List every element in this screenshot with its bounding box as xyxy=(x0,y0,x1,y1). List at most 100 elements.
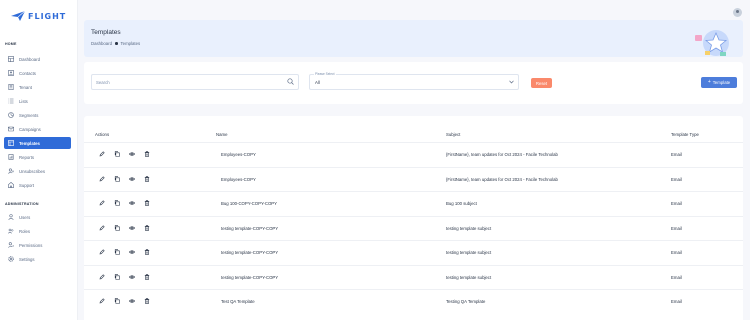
edit-icon[interactable] xyxy=(99,200,105,206)
table-row: testing template-COPY-COPY testing templ… xyxy=(84,264,743,289)
table-row: Employees-COPY {FirstName}, team updates… xyxy=(84,166,743,191)
copy-icon[interactable] xyxy=(114,175,120,182)
column-header-actions: Actions xyxy=(95,132,110,137)
copy-icon[interactable] xyxy=(114,224,120,231)
row-actions xyxy=(99,151,159,157)
template-subject: Testing QA Template xyxy=(446,299,486,304)
template-subject: testing template subject xyxy=(446,225,492,231)
template-type: Email xyxy=(671,299,682,304)
section-label-administration: ADMINISTRATION xyxy=(5,202,39,206)
search-field xyxy=(91,74,299,90)
template-name: testing template-COPY-COPY xyxy=(221,274,279,280)
copy-icon[interactable] xyxy=(114,249,120,255)
sidebar-item-settings[interactable]: Settings xyxy=(4,253,71,265)
permissions-icon xyxy=(8,242,14,248)
sidebar-item-support[interactable]: Support xyxy=(4,179,71,191)
reset-button[interactable]: Reset xyxy=(531,78,552,88)
sidebar-item-tenant[interactable]: Tenant xyxy=(4,81,71,93)
brand-name: FLIGHT xyxy=(28,11,67,21)
edit-icon[interactable] xyxy=(99,273,105,280)
select-value: All xyxy=(315,80,320,85)
delete-icon[interactable] xyxy=(144,151,150,157)
edit-icon[interactable] xyxy=(99,249,105,255)
view-icon[interactable] xyxy=(129,176,135,182)
settings-icon xyxy=(8,256,14,262)
search-input[interactable] xyxy=(96,77,286,87)
sidebar-item-label: Roles xyxy=(19,228,30,234)
page-title: Templates xyxy=(91,29,121,36)
sidebar-item-unsubscribes[interactable]: Unsubscribes xyxy=(4,165,71,177)
add-template-button[interactable]: + Template xyxy=(701,77,737,88)
breadcrumb-templates: Templates xyxy=(120,41,141,46)
brand-logo[interactable]: FLIGHT xyxy=(10,10,66,22)
edit-icon[interactable] xyxy=(99,151,105,157)
sidebar-item-dashboard[interactable]: Dashboard xyxy=(4,53,71,65)
copy-icon[interactable] xyxy=(114,273,120,280)
delete-icon[interactable] xyxy=(144,175,150,182)
sidebar-item-templates[interactable]: Templates xyxy=(4,137,71,149)
template-subject: {FirstName}, team updates for Oct 2024 -… xyxy=(446,152,558,157)
edit-icon[interactable] xyxy=(99,298,105,304)
sidebar-item-label: Tenant xyxy=(19,84,32,90)
copy-icon[interactable] xyxy=(114,298,120,304)
template-icon xyxy=(8,140,14,146)
template-name: Employees-COPY xyxy=(221,176,256,182)
column-header-template-type[interactable]: Template Type xyxy=(671,132,699,137)
template-type: Email xyxy=(671,152,682,157)
breadcrumb-dashboard[interactable]: Dashboard xyxy=(91,41,112,46)
sidebar-item-campaigns[interactable]: Campaigns xyxy=(4,123,71,135)
sidebar-item-label: Reports xyxy=(19,154,35,160)
type-select[interactable]: Please Select All xyxy=(309,72,519,90)
sidebar-item-label: Templates xyxy=(19,140,40,146)
list-icon xyxy=(8,98,14,104)
view-icon[interactable] xyxy=(129,249,135,255)
column-header-subject[interactable]: Subject xyxy=(446,132,460,137)
sidebar-item-label: Permissions xyxy=(19,242,43,248)
breadcrumb-separator xyxy=(115,42,118,45)
sidebar-item-roles[interactable]: Roles xyxy=(4,225,71,237)
column-header-name[interactable]: Name xyxy=(216,132,227,137)
edit-icon[interactable] xyxy=(99,175,105,182)
sidebar-item-label: Dashboard xyxy=(19,56,41,62)
template-type: Email xyxy=(671,274,682,280)
delete-icon[interactable] xyxy=(144,200,150,206)
delete-icon[interactable] xyxy=(144,298,150,304)
user-avatar[interactable] xyxy=(733,8,742,17)
view-icon[interactable] xyxy=(129,225,135,231)
sidebar-item-lists[interactable]: Lists xyxy=(4,95,71,107)
view-icon[interactable] xyxy=(129,298,135,304)
search-icon[interactable] xyxy=(287,78,294,85)
sidebar-item-label: Campaigns xyxy=(19,126,41,132)
filter-card: Please Select All Reset + Template xyxy=(84,62,743,104)
view-icon[interactable] xyxy=(129,151,135,157)
sidebar-item-segments[interactable]: Segments xyxy=(4,109,71,121)
sidebar-item-contacts[interactable]: Contacts xyxy=(4,67,71,79)
sidebar-item-reports[interactable]: Reports xyxy=(4,151,71,163)
template-type: Email xyxy=(671,250,682,255)
copy-icon[interactable] xyxy=(114,151,120,157)
edit-icon[interactable] xyxy=(99,224,105,231)
sidebar: FLIGHT HOME Dashboard Contacts Tenant Li… xyxy=(0,0,78,320)
template-type: Email xyxy=(671,176,682,182)
row-actions xyxy=(99,249,159,255)
breadcrumb: Dashboard Templates xyxy=(91,41,140,46)
view-icon[interactable] xyxy=(129,274,135,280)
template-subject: {FirstName}, team updates for Oct 2024 -… xyxy=(446,176,558,182)
delete-icon[interactable] xyxy=(144,224,150,231)
copy-icon[interactable] xyxy=(114,200,120,206)
segments-icon xyxy=(8,112,14,118)
delete-icon[interactable] xyxy=(144,273,150,280)
support-icon xyxy=(8,182,14,188)
plane-icon xyxy=(11,10,26,21)
sidebar-item-users[interactable]: Users xyxy=(4,211,71,223)
contacts-icon xyxy=(8,70,14,76)
template-name: Bug 100-COPY-COPY-COPY xyxy=(221,201,278,206)
template-subject: Bug 100 subject xyxy=(446,201,477,206)
sidebar-item-permissions[interactable]: Permissions xyxy=(4,239,71,251)
roles-icon xyxy=(8,228,14,234)
delete-icon[interactable] xyxy=(144,249,150,255)
sidebar-item-label: Unsubscribes xyxy=(19,168,46,174)
view-icon[interactable] xyxy=(129,200,135,206)
templates-table: Actions Name Subject Template Type Emplo… xyxy=(84,116,743,320)
template-subject: testing template subject xyxy=(446,274,492,280)
